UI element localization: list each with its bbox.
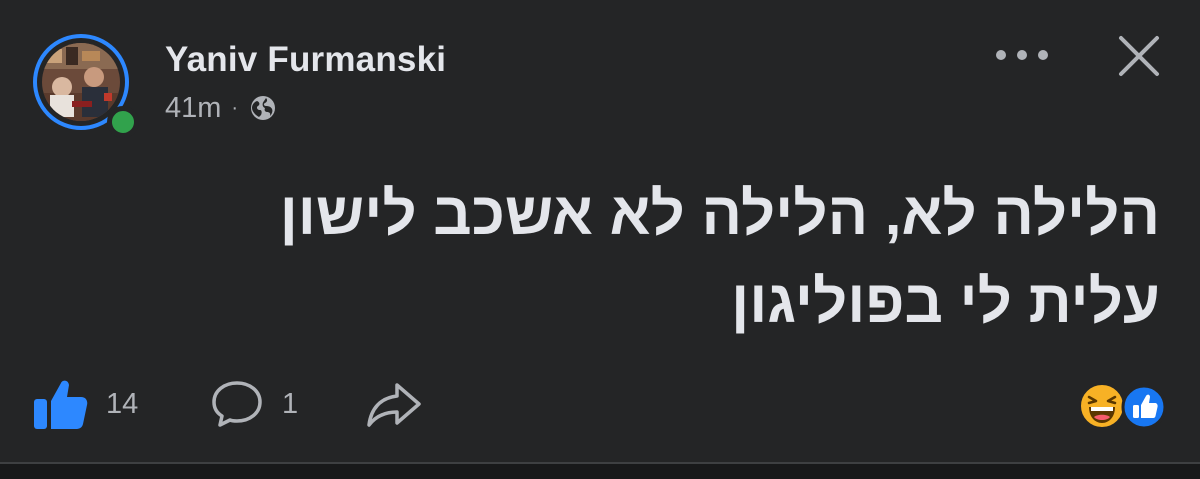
comment-count: 1 [282, 387, 299, 420]
more-options-button[interactable] [996, 41, 1048, 69]
like-reaction-icon [1121, 384, 1167, 430]
more-dot-icon [996, 50, 1006, 60]
like-button[interactable]: 14 [32, 377, 210, 431]
post-timestamp[interactable]: 41m [165, 92, 221, 125]
reactions-summary[interactable] [1078, 382, 1170, 430]
post-body: הלילה לא, הלילה לא אשכב לישון עלית לי בפ… [60, 170, 1160, 346]
more-dot-icon [1017, 50, 1027, 60]
post-text-line: עלית לי בפוליגון [731, 268, 1160, 335]
comment-icon [212, 381, 262, 427]
online-status-indicator [107, 106, 139, 138]
meta-separator: · [231, 97, 239, 119]
thumbs-up-icon [34, 380, 88, 429]
post-meta: 41m · [165, 91, 278, 125]
haha-reaction-icon [1079, 383, 1125, 429]
avatar[interactable] [33, 34, 139, 140]
post-card: Yaniv Furmanski 41m · הלילה לא, הלילה לא… [0, 0, 1200, 479]
share-button[interactable] [365, 379, 423, 429]
more-dot-icon [1038, 50, 1048, 60]
comment-button[interactable]: 1 [210, 379, 365, 429]
action-bar: 14 1 [32, 376, 423, 432]
like-count: 14 [106, 387, 139, 420]
post-divider [0, 462, 1200, 479]
globe-icon[interactable] [248, 93, 278, 123]
close-icon[interactable] [1116, 33, 1162, 79]
share-icon [367, 383, 421, 427]
author-name[interactable]: Yaniv Furmanski [165, 40, 446, 80]
post-text-line: הלילה לא, הלילה לא אשכב לישון [279, 180, 1160, 247]
profile-photo [42, 43, 120, 121]
